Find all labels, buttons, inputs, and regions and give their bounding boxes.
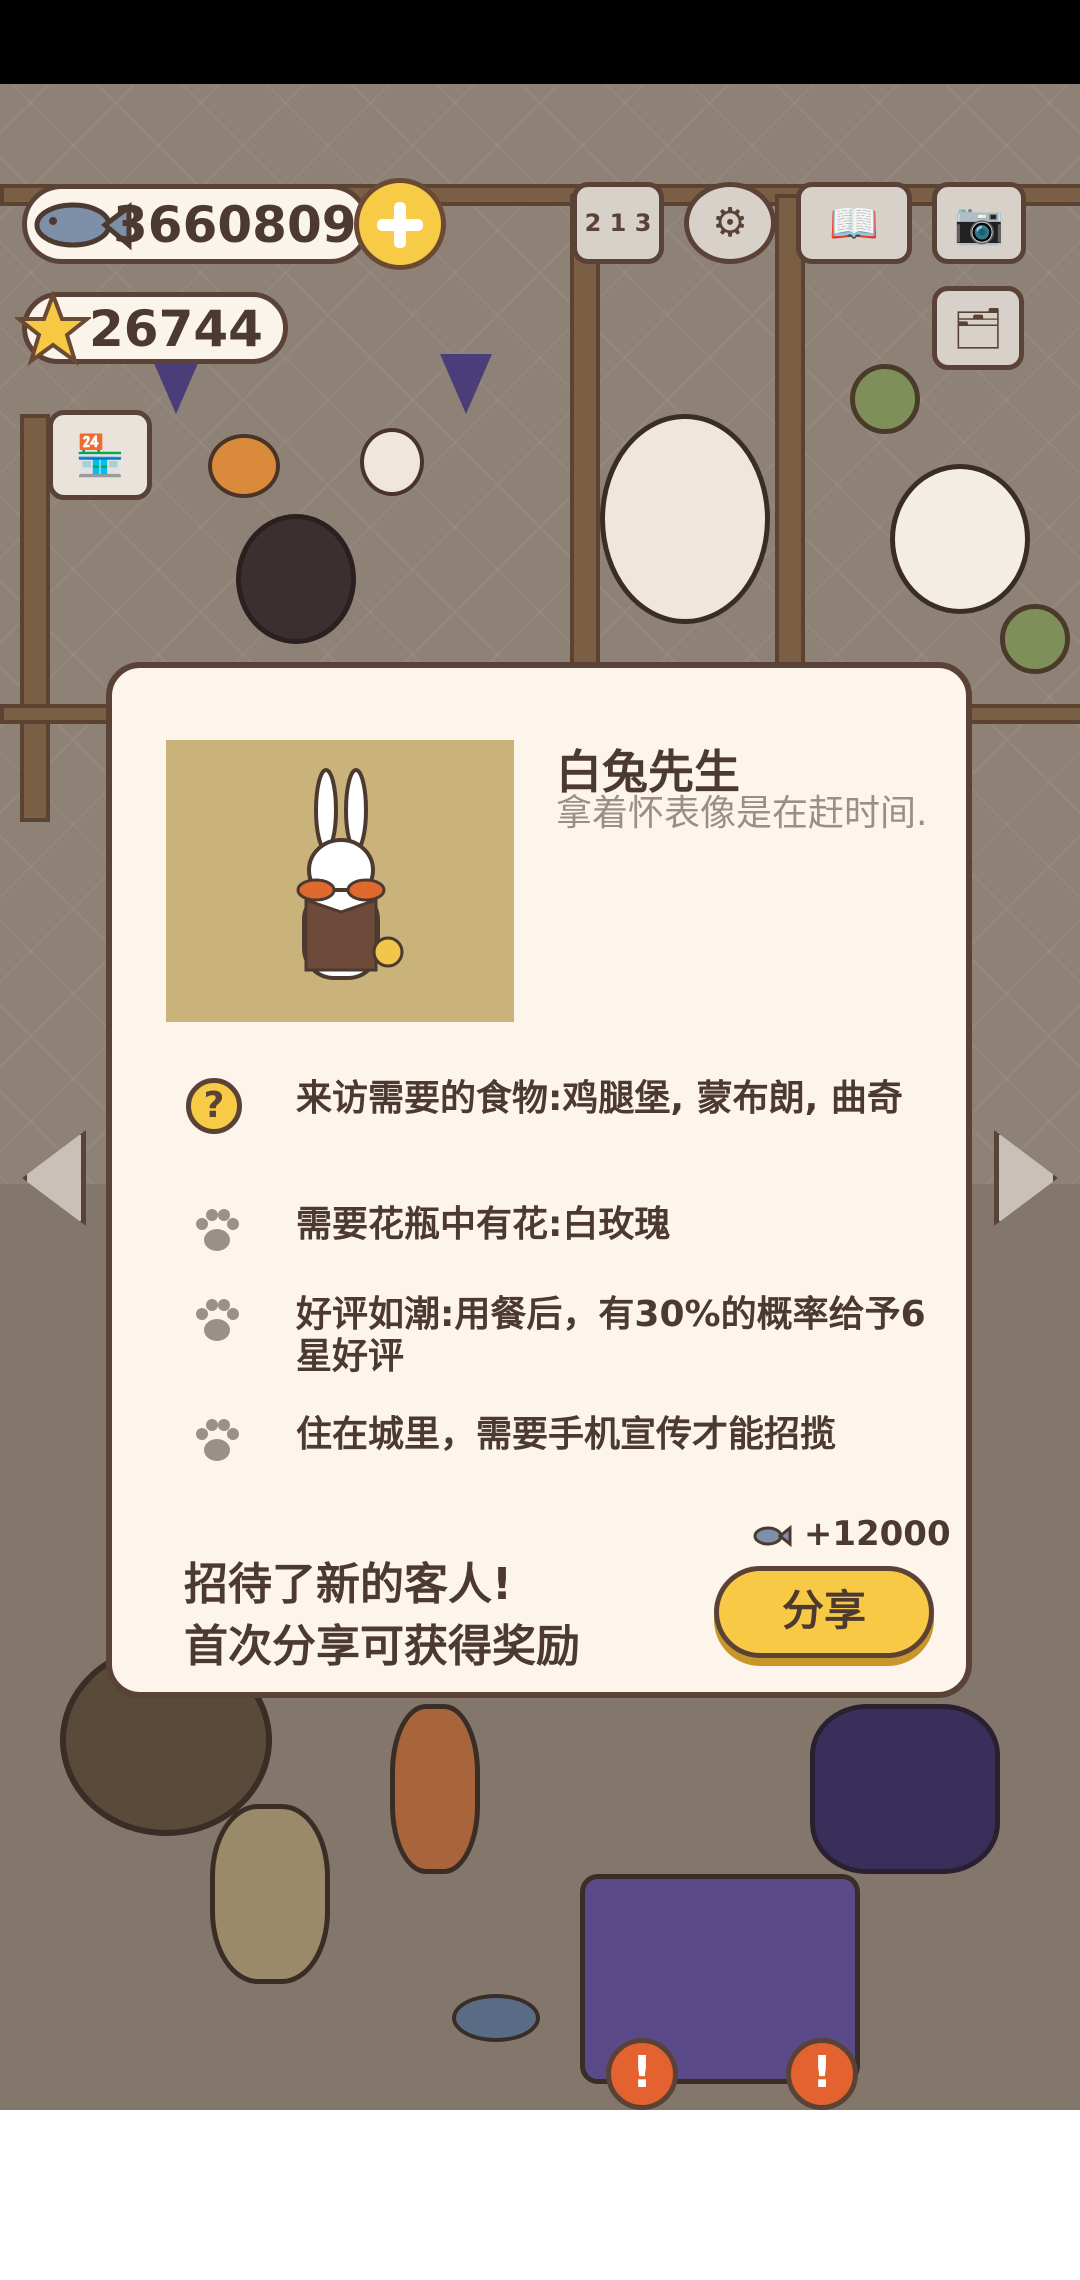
fish-count: 3660809 xyxy=(113,196,357,254)
guest-portrait xyxy=(166,740,514,1022)
potion-bottle-icon xyxy=(1000,604,1070,674)
witch-hat-decoration xyxy=(810,1704,1000,1874)
dog-customer[interactable] xyxy=(600,414,770,624)
share-reward: +12000 xyxy=(752,1514,951,1554)
pumpkin-lantern-icon xyxy=(208,434,280,498)
new-guest-dialog: 白兔先生 拿着怀表像是在赶时间. ? 来访需要的食物:鸡腿堡, 蒙布朗, 曲奇 … xyxy=(106,662,972,1698)
status-bar xyxy=(0,0,1080,84)
cat-book-icon: 📖 xyxy=(829,200,879,247)
potion-bottle-icon xyxy=(850,364,920,434)
bunting-flag xyxy=(440,354,492,414)
star-currency-pill: 26744 xyxy=(15,291,288,367)
fish-currency-pill: 3660809 xyxy=(22,184,370,264)
white-rabbit-icon xyxy=(296,768,404,980)
requirement-text: 住在城里，需要手机宣传才能招揽 xyxy=(296,1414,837,1455)
new-guest-message: 招待了新的客人! xyxy=(184,1559,513,1610)
first-share-message: 首次分享可获得奖励 xyxy=(184,1621,580,1672)
paw-icon xyxy=(196,1299,239,1341)
guest-description: 拿着怀表像是在赶时间. xyxy=(556,793,928,834)
add-currency-button[interactable] xyxy=(354,178,446,270)
settings-icon: ⚙ xyxy=(712,200,748,246)
shop-button[interactable]: 🏪 xyxy=(48,410,152,500)
requirement-food: ? 来访需要的食物:鸡腿堡, 蒙布朗, 曲奇 xyxy=(186,1078,946,1162)
cat-book-button[interactable]: 📖 xyxy=(796,182,912,264)
requirement-text: 好评如潮:用餐后，有30%的概率给予6星好评 xyxy=(296,1294,926,1377)
reward-amount: +12000 xyxy=(803,1514,951,1554)
requirement-review: 好评如潮:用餐后，有30%的概率给予6星好评 xyxy=(186,1294,946,1378)
requirement-flower: 需要花瓶中有花:白玫瑰 xyxy=(186,1204,946,1254)
question-icon: ? xyxy=(186,1078,242,1134)
requirement-text: 来访需要的食物:鸡腿堡, 蒙布朗, 曲奇 xyxy=(296,1078,903,1119)
paw-icon xyxy=(196,1209,239,1251)
requirement-city: 住在城里，需要手机宣传才能招揽 xyxy=(186,1414,946,1464)
star-count: 26744 xyxy=(89,300,263,358)
leaderboard-button[interactable]: 2 1 3 xyxy=(572,182,664,264)
camera-icon: 📷 xyxy=(954,200,1004,247)
paw-icon xyxy=(196,1419,239,1461)
star-icon xyxy=(15,291,91,367)
postcard-icon: 🗂 xyxy=(952,305,1004,352)
requirement-text: 需要花瓶中有花:白玫瑰 xyxy=(296,1204,671,1245)
settings-button[interactable]: ⚙ xyxy=(684,182,776,264)
alert-badge-icon[interactable]: ! xyxy=(606,2038,678,2110)
camera-button[interactable]: 📷 xyxy=(932,182,1026,264)
leaderboard-icon: 2 1 3 xyxy=(584,209,652,237)
wooden-post xyxy=(20,414,50,822)
share-button[interactable]: 分享 xyxy=(714,1566,934,1658)
fox-customer[interactable] xyxy=(390,1704,480,1874)
cat-customer[interactable] xyxy=(890,464,1030,614)
sloth-customer[interactable] xyxy=(210,1804,330,1984)
shop-icon: 🏪 xyxy=(75,432,125,479)
alert-badge-icon[interactable]: ! xyxy=(786,2038,858,2110)
ghost-decoration-icon xyxy=(360,428,424,496)
postcard-button[interactable]: 🗂 xyxy=(932,286,1024,370)
fish-icon xyxy=(753,1524,792,1547)
fish-icon xyxy=(452,1994,540,2042)
black-cat-customer[interactable] xyxy=(236,514,356,644)
